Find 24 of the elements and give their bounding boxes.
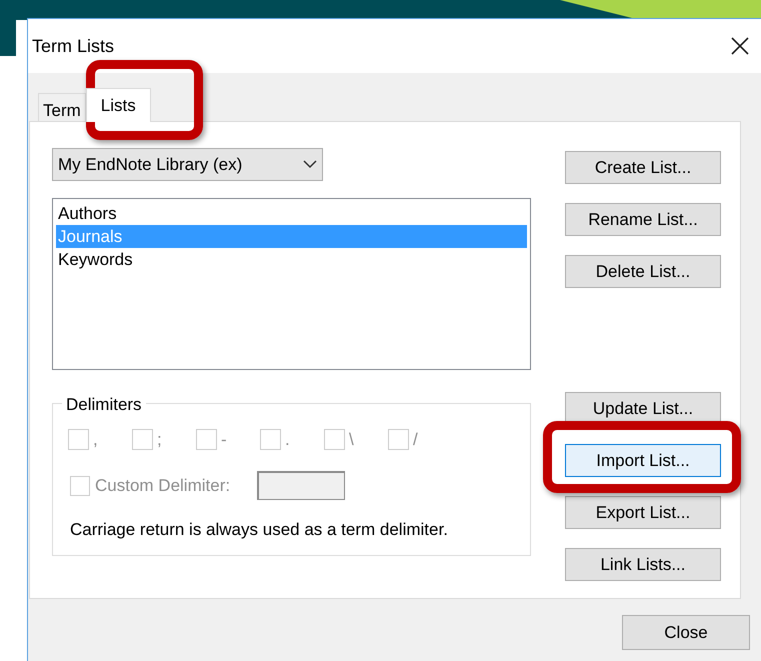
tab[interactable]: Term — [38, 93, 86, 121]
delimiter-label: - — [221, 429, 227, 451]
list-action-button[interactable]: Create List... — [565, 151, 721, 184]
list-action-button[interactable]: Link Lists... — [565, 548, 721, 581]
library-dropdown[interactable]: My EndNote Library (ex) — [52, 148, 323, 181]
list-action-button[interactable]: Delete List... — [565, 255, 721, 288]
list-action-button[interactable]: Import List... — [565, 444, 721, 477]
list-item[interactable]: Keywords — [56, 248, 527, 271]
delimiter-label: ; — [157, 429, 162, 451]
delimiter-label: . — [285, 429, 290, 451]
delimiter-note: Carriage return is always used as a term delimiter. — [70, 519, 448, 541]
tab[interactable]: Lists — [86, 88, 151, 122]
chevron-down-icon — [303, 160, 317, 169]
close-icon[interactable] — [730, 36, 750, 56]
custom-delimiter-label: Custom Delimiter: — [95, 474, 230, 497]
list-item[interactable]: Authors — [56, 202, 527, 225]
list-action-button[interactable]: Export List... — [565, 496, 721, 529]
window-title: Term Lists — [32, 34, 114, 58]
delimiter-label: , — [93, 429, 98, 451]
close-button[interactable]: Close — [622, 615, 750, 650]
list-action-button[interactable]: Rename List... — [565, 203, 721, 236]
delimiter-label: / — [413, 429, 418, 451]
custom-delimiter-field[interactable] — [257, 471, 346, 500]
delimiter-label: \ — [349, 429, 354, 451]
